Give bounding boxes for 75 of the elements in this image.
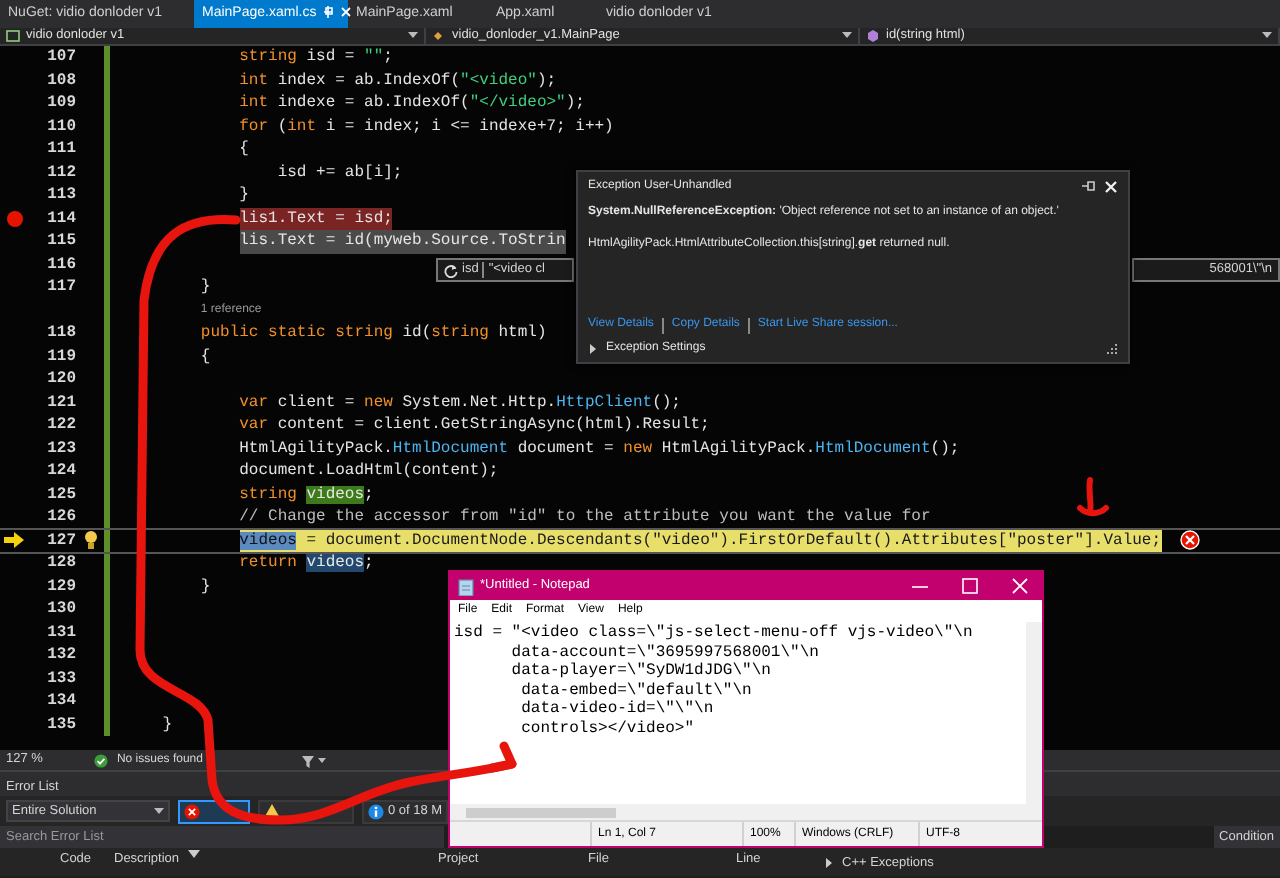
project-icon <box>6 28 20 44</box>
line-number: 135 <box>45 713 76 736</box>
error-icon <box>1179 530 1200 551</box>
warning-icon <box>264 804 280 818</box>
expand-icon[interactable] <box>824 858 834 868</box>
line-number: 130 <box>45 598 76 621</box>
breakpoint-icon[interactable] <box>5 209 23 228</box>
code-line: HtmlAgilityPack.HtmlDocument document = new HtmlAgilityPack.HtmlDocument(); <box>239 437 960 460</box>
code-line: } <box>200 575 211 598</box>
close-icon[interactable] <box>1104 179 1118 193</box>
code-line: string videos; <box>239 483 374 506</box>
pin-icon <box>322 4 335 20</box>
line-number: 120 <box>45 368 76 391</box>
caret-icon <box>842 32 852 40</box>
line-number: 123 <box>45 437 76 460</box>
error-icon <box>184 803 200 819</box>
code-line: public static string id(string html) <box>200 322 547 345</box>
line-number: 118 <box>45 322 76 345</box>
horizontal-scrollbar[interactable] <box>450 804 1026 820</box>
line-number: 132 <box>45 644 76 667</box>
line-number: 107 <box>45 46 76 69</box>
code-line: string isd = ""; <box>239 46 393 69</box>
caret-icon <box>154 807 164 815</box>
line-number: 122 <box>45 414 76 437</box>
line-number: 108 <box>45 69 76 92</box>
caret-icon <box>408 32 418 40</box>
resize-grip-icon <box>1106 342 1118 354</box>
line-number: 133 <box>45 667 76 690</box>
line-number: 121 <box>45 391 76 414</box>
filter-icon[interactable] <box>302 753 327 767</box>
code-line: { <box>239 138 249 161</box>
line-number: 125 <box>45 483 76 506</box>
method-icon <box>866 28 880 44</box>
hand-drawn-mark <box>1077 477 1109 517</box>
vertical-scrollbar[interactable] <box>1026 622 1042 820</box>
code-line: isd += ab[i]; <box>277 161 403 184</box>
line-number: 119 <box>45 345 76 368</box>
code-line: } <box>239 184 249 207</box>
line-number: 128 <box>45 552 76 575</box>
check-icon <box>94 753 109 767</box>
line-number: 134 <box>45 690 76 713</box>
code-line: } <box>200 276 211 299</box>
class-icon <box>432 28 446 44</box>
line-number: 131 <box>45 621 76 644</box>
line-number: 117 <box>45 276 76 299</box>
code-line: document.LoadHtml(content); <box>239 460 499 483</box>
line-number: 129 <box>45 575 76 598</box>
code-line: int indexe = ab.IndexOf("</video>"); <box>239 92 585 115</box>
notepad-icon <box>458 577 474 595</box>
line-number: 126 <box>45 506 76 529</box>
line-number: 112 <box>45 161 76 184</box>
line-number: 114 <box>45 207 76 230</box>
line-number: 111 <box>45 138 76 161</box>
code-line: return videos; <box>239 552 374 575</box>
lightbulb-icon <box>83 530 97 551</box>
code-line: var content = client.GetStringAsync(html).Result; <box>239 414 710 437</box>
code-line: // Change the accessor from "id" to the attribute you want the value for <box>239 506 931 529</box>
line-number: 109 <box>45 92 76 115</box>
expand-icon <box>588 343 598 353</box>
code-line: } <box>162 713 173 736</box>
code-line: for (int i = index; i <= indexe+7; i++) <box>239 115 614 138</box>
pin-icon[interactable] <box>1082 180 1096 192</box>
caret-icon <box>1262 32 1272 40</box>
code-line: var client = new System.Net.Http.HttpClient(); <box>239 391 681 414</box>
line-number: 127 <box>45 529 76 552</box>
line-number: 113 <box>45 184 76 207</box>
code-line: { <box>200 345 211 368</box>
info-icon <box>368 803 384 819</box>
code-line: int index = ab.IndexOf("<video"); <box>239 69 557 92</box>
arrow-icon <box>4 532 24 549</box>
line-number: 116 <box>45 253 76 276</box>
line-number: 124 <box>45 460 76 483</box>
refresh-icon <box>444 263 458 277</box>
line-number: 110 <box>45 115 76 138</box>
line-number: 115 <box>45 230 76 253</box>
